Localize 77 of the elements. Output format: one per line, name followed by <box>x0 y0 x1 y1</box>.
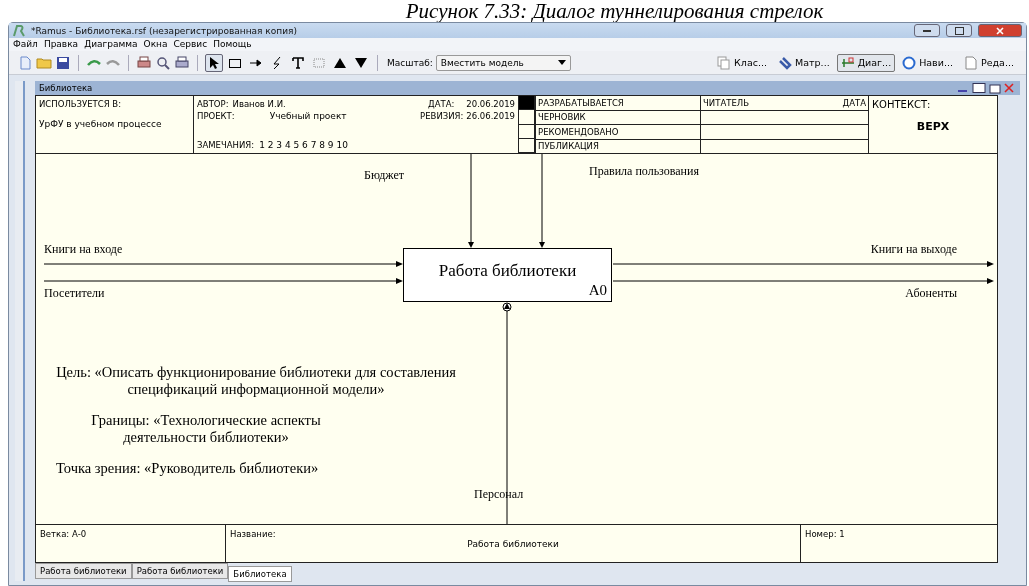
author-label: АВТОР: <box>197 99 229 109</box>
arrow-label: Абоненты <box>905 286 957 301</box>
printer-icon[interactable] <box>174 54 190 71</box>
status-label: РАЗРАБАТЫВАЕТСЯ <box>538 97 624 108</box>
pointer-icon <box>207 55 221 70</box>
arrow-label: Правила пользования <box>589 164 699 179</box>
revision-label: РЕВИЗИЯ: <box>420 111 464 121</box>
view-button[interactable]: Реда... <box>959 53 1018 72</box>
used-in-value: УрФУ в учебном процессе <box>39 119 163 129</box>
globe-icon <box>902 55 917 70</box>
app-logo-icon <box>13 24 25 37</box>
close-button[interactable] <box>978 24 1022 37</box>
document-title: Библиотека <box>39 83 94 93</box>
view-button[interactable]: Клас... <box>713 53 772 72</box>
context-label: КОНТЕКСТ: <box>872 99 932 110</box>
close-icon <box>996 26 1004 35</box>
name-label: Название: <box>230 529 277 539</box>
activity-title: Работа библиотеки <box>437 261 578 281</box>
arrow-label: Бюджет <box>364 168 405 183</box>
notes-label: ЗАМЕЧАНИЯ: <box>197 140 255 150</box>
magnifier-icon[interactable] <box>155 54 171 71</box>
figure-caption: Рисунок 7.33: Диалог туннелирования стрелок <box>404 0 825 22</box>
menu-item[interactable]: Файл <box>13 38 38 51</box>
diagram-note: Цель: «Описать функционирование библиотеки для составления спецификаций информационной модели» <box>56 364 456 398</box>
date-value: 20.06.2019 <box>466 99 515 109</box>
caret-icon <box>557 60 566 65</box>
menu-item[interactable]: Помощь <box>213 38 252 51</box>
date-label: ДАТА: <box>428 99 455 109</box>
number-label: Номер: 1 <box>805 529 846 539</box>
author-value: Иванов И.И. <box>232 99 286 109</box>
arrow-label: Персонал <box>474 487 524 502</box>
diagram-tab[interactable]: Библиотека <box>228 566 292 582</box>
paperclip-icon <box>778 55 793 70</box>
arrow-label: Посетители <box>44 286 105 301</box>
diagram-icon <box>840 55 855 70</box>
project-value: Учебный проект <box>269 111 347 121</box>
save-icon[interactable] <box>55 54 71 71</box>
diagram-tab[interactable]: Работа библиотеки <box>131 563 229 579</box>
document-icon <box>963 55 978 70</box>
status-label: ЧЕРНОВИК <box>538 112 586 123</box>
project-label: ПРОЕКТ: <box>197 111 235 121</box>
view-button[interactable]: Нави... <box>898 53 957 72</box>
view-button[interactable]: Диаг... <box>836 53 896 72</box>
name-value: Работа библиотеки <box>467 539 559 549</box>
view-button[interactable]: Матр... <box>774 53 834 72</box>
status-label: РЕКОМЕНДОВАНО <box>538 126 619 137</box>
arrow-label: Книги на выходе <box>870 242 957 257</box>
diagram-note: Точка зрения: «Руководитель библиотеки» <box>56 460 319 477</box>
tool-button[interactable] <box>205 53 223 72</box>
zoom-label: Масштаб: <box>387 57 433 68</box>
window-title: *Ramus - Библиотека.rsf (незарегистрированная копия) <box>31 25 298 36</box>
minimize-button[interactable] <box>914 24 940 37</box>
zoom-select[interactable]: Вместить модель <box>435 54 571 71</box>
activity-number: A0 <box>588 282 607 299</box>
diagram-note: Границы: «Технологические аспекты деятельности библиотеки» <box>90 412 322 446</box>
notes-value: 1 2 3 4 5 6 7 8 9 10 <box>259 140 348 150</box>
maximize-icon <box>954 26 964 35</box>
reader-date-label: ДАТА <box>842 97 866 108</box>
menu-item[interactable]: Диаграмма <box>84 38 138 51</box>
menu-item[interactable]: Сервис <box>173 38 208 51</box>
printer-icon[interactable] <box>136 54 152 71</box>
status-label: ПУБЛИКАЦИЯ <box>538 141 599 152</box>
revision-value: 26.06.2019 <box>466 111 515 121</box>
text-tool-icon <box>291 55 305 70</box>
pages-icon <box>717 55 732 70</box>
arrow-label: Книги на входе <box>44 242 123 257</box>
node-label: Ветка: А-0 <box>40 529 88 539</box>
used-in-label: ИСПОЛЬЗУЕТСЯ В: <box>39 99 123 109</box>
dotted-grid-icon <box>312 55 326 70</box>
menu-item[interactable]: Правка <box>43 38 79 51</box>
context-value: ВЕРХ <box>916 120 950 133</box>
maximize-button[interactable] <box>946 24 972 37</box>
reader-label: ЧИТАТЕЛЬ <box>703 97 749 108</box>
triangle-down-icon <box>354 55 368 70</box>
menu-item[interactable]: Окна <box>143 38 168 51</box>
window-controls-icon[interactable] <box>956 82 1016 94</box>
diagram-tab[interactable]: Работа библиотеки <box>35 563 132 579</box>
